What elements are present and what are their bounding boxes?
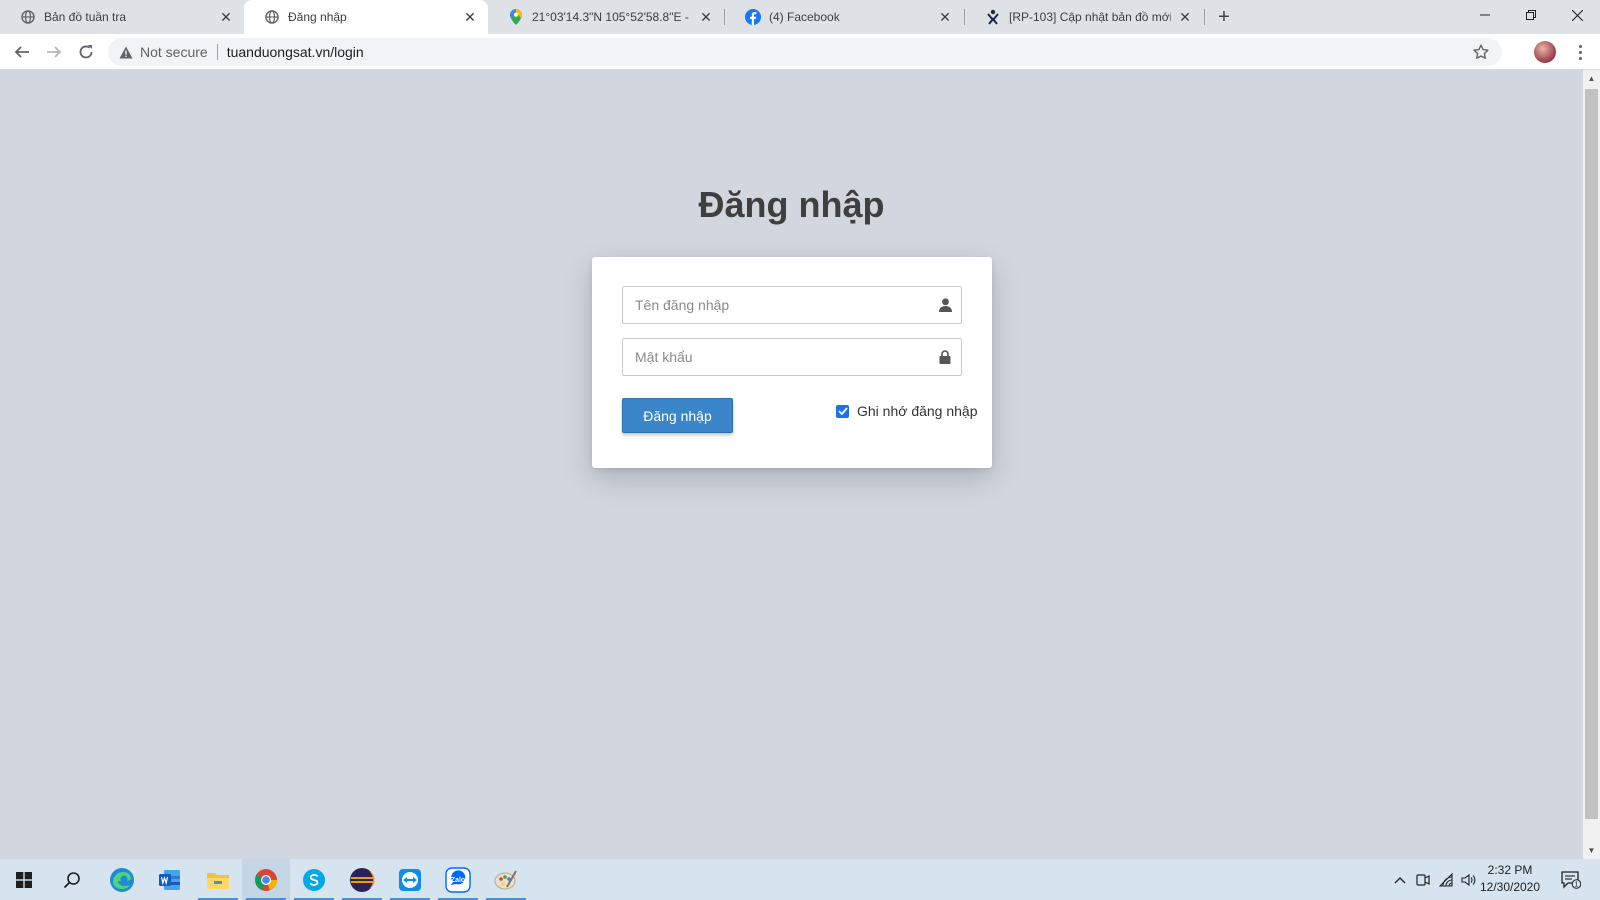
notification-icon: 1 xyxy=(1561,870,1581,889)
globe-icon xyxy=(264,9,280,25)
tab-title: Bản đồ tuần tra xyxy=(44,10,127,24)
remember-me-label: Ghi nhớ đăng nhập xyxy=(857,403,978,419)
forward-button[interactable] xyxy=(42,40,66,64)
close-tab-icon[interactable]: ✕ xyxy=(937,9,953,25)
scroll-down-arrow-icon[interactable]: ▼ xyxy=(1583,842,1600,859)
taskbar-word[interactable] xyxy=(146,859,194,900)
teamviewer-icon xyxy=(399,868,421,891)
browser-tab-strip: Bản đồ tuần tra ✕ Đăng nhập ✕ 21°03'14.3… xyxy=(0,0,1600,34)
scrollbar-thumb[interactable] xyxy=(1585,89,1598,819)
taskbar-edge[interactable] xyxy=(98,859,146,900)
page-scrollbar[interactable]: ▲ ▼ xyxy=(1583,70,1600,859)
profile-avatar[interactable] xyxy=(1534,41,1556,63)
new-tab-button[interactable]: + xyxy=(1212,5,1236,29)
google-maps-pin-icon xyxy=(508,9,524,25)
remember-me-checkbox[interactable]: Ghi nhớ đăng nhập xyxy=(836,403,978,419)
clock-time: 2:32 PM xyxy=(1487,863,1533,877)
meet-now-icon xyxy=(1416,873,1430,886)
search-icon xyxy=(63,871,80,888)
minimize-button[interactable] xyxy=(1462,0,1508,30)
tab-title: (4) Facebook xyxy=(769,10,840,24)
svg-text:Zalo: Zalo xyxy=(451,877,465,884)
security-status-label[interactable]: Not secure xyxy=(140,44,208,60)
username-field[interactable] xyxy=(622,286,962,324)
user-icon xyxy=(937,297,953,313)
paint-icon xyxy=(494,870,517,889)
close-tab-icon[interactable]: ✕ xyxy=(1177,9,1193,25)
close-tab-icon[interactable]: ✕ xyxy=(462,9,478,25)
taskbar-eclipse[interactable] xyxy=(338,859,386,900)
chevron-up-icon xyxy=(1394,876,1406,883)
taskbar-clock[interactable]: 2:32 PM 12/30/2020 xyxy=(1474,862,1546,896)
windows-start-icon xyxy=(16,871,32,888)
browser-menu-icon[interactable] xyxy=(1568,40,1592,64)
login-page: Đăng nhập Đăng nhập Ghi nhớ đăng nhập xyxy=(0,70,1583,859)
lock-icon xyxy=(937,349,953,365)
zalo-icon: Zalo xyxy=(445,866,471,893)
chrome-icon xyxy=(255,868,277,891)
taskbar-skype[interactable] xyxy=(290,859,338,900)
tab-dang-nhap[interactable]: Đăng nhập ✕ xyxy=(244,0,488,34)
checkbox-checked-icon[interactable] xyxy=(836,404,849,418)
start-button[interactable] xyxy=(0,859,48,900)
username-input[interactable] xyxy=(623,287,937,323)
back-button[interactable] xyxy=(10,40,34,64)
address-bar[interactable]: Not secure tuanduongsat.vn/login xyxy=(108,38,1502,66)
address-divider xyxy=(216,44,218,60)
taskbar-chrome[interactable] xyxy=(242,859,290,900)
bookmark-star-icon[interactable] xyxy=(1472,43,1490,61)
word-icon xyxy=(159,869,180,890)
password-input[interactable] xyxy=(623,339,937,375)
tab-jira-rp-103[interactable]: [RP-103] Cập nhật bản đồ mới ch ✕ xyxy=(965,0,1203,34)
windows-taskbar: Zalo 2:32 PM 12/30/2020 1 xyxy=(0,859,1600,900)
close-window-button[interactable] xyxy=(1554,0,1600,30)
tab-title: 21°03'14.3"N 105°52'58.8"E - Goo xyxy=(532,10,692,24)
password-field[interactable] xyxy=(622,338,962,376)
minimize-icon xyxy=(1480,14,1490,16)
file-explorer-icon xyxy=(207,872,229,889)
tab-separator xyxy=(1204,9,1205,25)
wifi-icon xyxy=(1439,872,1453,887)
arrow-right-icon xyxy=(47,46,62,58)
edge-icon xyxy=(110,867,134,892)
scroll-up-arrow-icon[interactable]: ▲ xyxy=(1583,70,1600,87)
tray-app-button[interactable] xyxy=(1412,859,1434,900)
eclipse-icon xyxy=(350,867,375,892)
taskbar-zalo[interactable]: Zalo xyxy=(434,859,482,900)
notification-center-button[interactable]: 1 xyxy=(1556,859,1586,900)
arrow-left-icon xyxy=(14,46,29,58)
taskbar-teamviewer[interactable] xyxy=(386,859,434,900)
close-tab-icon[interactable]: ✕ xyxy=(218,9,234,25)
skype-icon xyxy=(303,868,325,891)
login-button[interactable]: Đăng nhập xyxy=(622,398,733,433)
tab-ban-do-tuan-tra[interactable]: Bản đồ tuần tra ✕ xyxy=(0,0,244,34)
taskbar-paint[interactable] xyxy=(482,859,530,900)
tab-google-maps[interactable]: 21°03'14.3"N 105°52'58.8"E - Goo ✕ xyxy=(488,0,724,34)
page-title: Đăng nhập xyxy=(698,184,885,225)
jira-icon xyxy=(985,9,1001,25)
svg-text:1: 1 xyxy=(1575,881,1579,888)
warning-icon[interactable] xyxy=(118,44,134,60)
tab-facebook[interactable]: (4) Facebook ✕ xyxy=(725,0,963,34)
tab-title: Đăng nhập xyxy=(288,10,347,24)
reload-icon xyxy=(79,45,93,59)
restore-button[interactable] xyxy=(1508,0,1554,30)
globe-icon xyxy=(20,9,36,25)
search-button[interactable] xyxy=(48,859,96,900)
browser-toolbar: Not secure tuanduongsat.vn/login xyxy=(0,34,1600,70)
reload-button[interactable] xyxy=(74,40,98,64)
show-hidden-icons-button[interactable] xyxy=(1390,859,1410,900)
restore-icon xyxy=(1526,10,1536,20)
clock-date: 12/30/2020 xyxy=(1479,880,1541,894)
tab-title: [RP-103] Cập nhật bản đồ mới ch xyxy=(1009,10,1171,24)
network-button[interactable] xyxy=(1436,859,1458,900)
url-text[interactable]: tuanduongsat.vn/login xyxy=(227,44,364,60)
close-tab-icon[interactable]: ✕ xyxy=(698,9,714,25)
taskbar-file-explorer[interactable] xyxy=(194,859,242,900)
close-icon xyxy=(1571,9,1583,21)
login-form-card: Đăng nhập Ghi nhớ đăng nhập xyxy=(592,257,992,468)
facebook-icon xyxy=(745,9,761,25)
